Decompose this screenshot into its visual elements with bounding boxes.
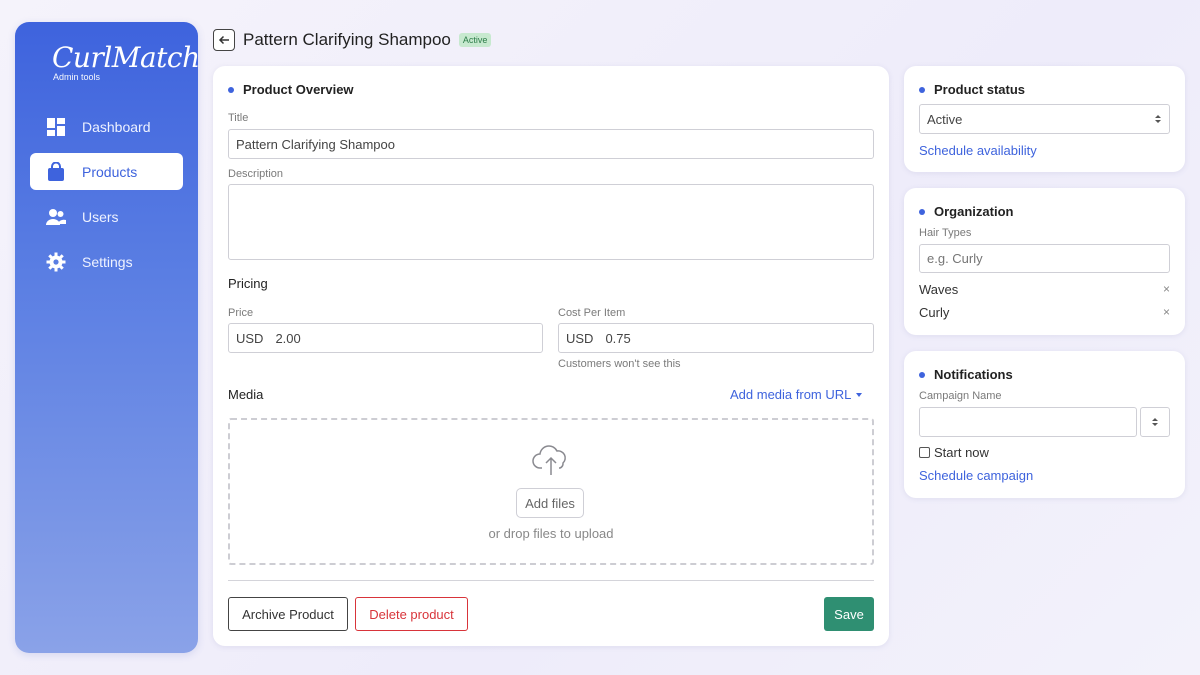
start-now-checkbox[interactable] — [919, 447, 930, 458]
caret-down-icon — [856, 392, 863, 397]
sidebar-item-dashboard[interactable]: Dashboard — [30, 108, 183, 145]
sidebar-nav: Dashboard Products Users Settings — [30, 108, 183, 288]
campaign-name-input[interactable] — [919, 407, 1137, 437]
organization-card: Organization Hair Types Waves × Curly × — [904, 188, 1185, 335]
hair-types-label: Hair Types — [919, 227, 972, 239]
title-input-value: Pattern Clarifying Shampoo — [236, 136, 395, 152]
brand-logo[interactable]: CurlMatch Admin tools — [52, 41, 200, 83]
product-status-title: Product status — [934, 82, 1026, 97]
cloud-upload-icon — [532, 445, 566, 475]
remove-tag-icon[interactable]: × — [1163, 282, 1170, 297]
sidebar-item-label: Users — [82, 208, 119, 225]
price-value: 2.00 — [275, 330, 301, 346]
section-title: Product Overview — [243, 82, 354, 97]
campaign-select-button[interactable] — [1140, 407, 1170, 437]
section-product-overview: Product Overview — [228, 82, 354, 97]
cost-input[interactable]: USD 0.75 — [558, 323, 874, 353]
notifications-title: Notifications — [934, 367, 1013, 382]
notifications-card: Notifications Campaign Name Start now Sc… — [904, 351, 1185, 498]
add-files-label: Add files — [525, 495, 575, 511]
sidebar-item-label: Settings — [82, 253, 133, 270]
delete-product-button[interactable]: Delete product — [355, 597, 468, 631]
sidebar-item-label: Dashboard — [82, 118, 151, 135]
divider — [228, 580, 874, 581]
save-button[interactable]: Save — [824, 597, 874, 631]
hair-types-input[interactable] — [919, 244, 1170, 273]
remove-tag-icon[interactable]: × — [1163, 305, 1170, 320]
tag-row: Curly × — [919, 305, 1170, 320]
schedule-availability-link[interactable]: Schedule availability — [919, 143, 1037, 158]
sidebar-item-products[interactable]: Products — [30, 153, 183, 190]
sidebar-item-label: Products — [82, 163, 138, 180]
sidebar: CurlMatch Admin tools Dashboard Products… — [15, 22, 200, 653]
organization-heading: Organization — [919, 204, 1013, 219]
start-now-row: Start now — [919, 445, 989, 460]
cost-help-text: Customers won't see this — [558, 358, 681, 370]
brand-subtitle: Admin tools — [53, 72, 101, 82]
shopping-bag-icon — [46, 161, 66, 182]
description-label: Description — [228, 168, 284, 180]
users-icon — [46, 207, 66, 227]
brand-name: CurlMatch — [52, 41, 200, 74]
archive-label: Archive Product — [242, 606, 334, 622]
bullet-dot — [228, 86, 234, 93]
gear-icon — [46, 252, 66, 272]
product-status-select[interactable]: Active — [919, 104, 1170, 134]
tag-label: Waves — [919, 282, 959, 297]
select-arrows-icon — [1152, 418, 1158, 426]
status-badge: Active — [458, 33, 492, 47]
cost-value: 0.75 — [605, 330, 631, 346]
delete-label: Delete product — [369, 606, 454, 622]
price-currency: USD — [236, 330, 264, 346]
cost-label: Cost Per Item — [558, 307, 626, 319]
pricing-title: Pricing — [228, 276, 268, 291]
back-button[interactable] — [213, 29, 235, 51]
add-media-url-label: Add media from URL — [730, 387, 852, 402]
add-files-button[interactable]: Add files — [516, 488, 584, 518]
media-dropzone[interactable]: Add files or drop files to upload — [228, 418, 874, 565]
cost-currency: USD — [566, 330, 594, 346]
save-label: Save — [834, 606, 864, 622]
start-now-label: Start now — [934, 445, 989, 460]
bullet-dot — [919, 86, 925, 93]
tag-label: Curly — [919, 305, 950, 320]
product-status-value: Active — [927, 111, 963, 127]
tag-row: Waves × — [919, 282, 1170, 297]
notifications-heading: Notifications — [919, 367, 1013, 382]
dashboard-icon — [46, 117, 66, 137]
archive-product-button[interactable]: Archive Product — [228, 597, 348, 631]
product-status-card: Product status Active Schedule availabil… — [904, 66, 1185, 172]
page-title: Pattern Clarifying Shampoo — [243, 30, 451, 49]
sidebar-item-users[interactable]: Users — [30, 198, 183, 235]
bullet-dot — [919, 371, 925, 378]
sidebar-item-settings[interactable]: Settings — [30, 243, 183, 280]
bullet-dot — [919, 208, 925, 215]
page-header: Pattern Clarifying Shampoo Active — [213, 28, 492, 52]
arrow-left-icon — [218, 35, 229, 45]
price-label: Price — [228, 307, 254, 319]
drop-hint: or drop files to upload — [488, 526, 614, 541]
schedule-campaign-link[interactable]: Schedule campaign — [919, 468, 1033, 483]
title-label: Title — [228, 112, 249, 124]
select-arrows-icon — [1155, 115, 1161, 123]
organization-title: Organization — [934, 204, 1014, 219]
price-input[interactable]: USD 2.00 — [228, 323, 543, 353]
product-form-card: Product Overview Title Pattern Clarifyin… — [213, 66, 889, 646]
title-input[interactable]: Pattern Clarifying Shampoo — [228, 129, 874, 159]
description-textarea[interactable] — [228, 184, 874, 260]
product-status-heading: Product status — [919, 82, 1025, 97]
campaign-name-label: Campaign Name — [919, 390, 1002, 402]
add-media-url-dropdown[interactable]: Add media from URL — [730, 387, 863, 402]
media-title: Media — [228, 387, 264, 402]
